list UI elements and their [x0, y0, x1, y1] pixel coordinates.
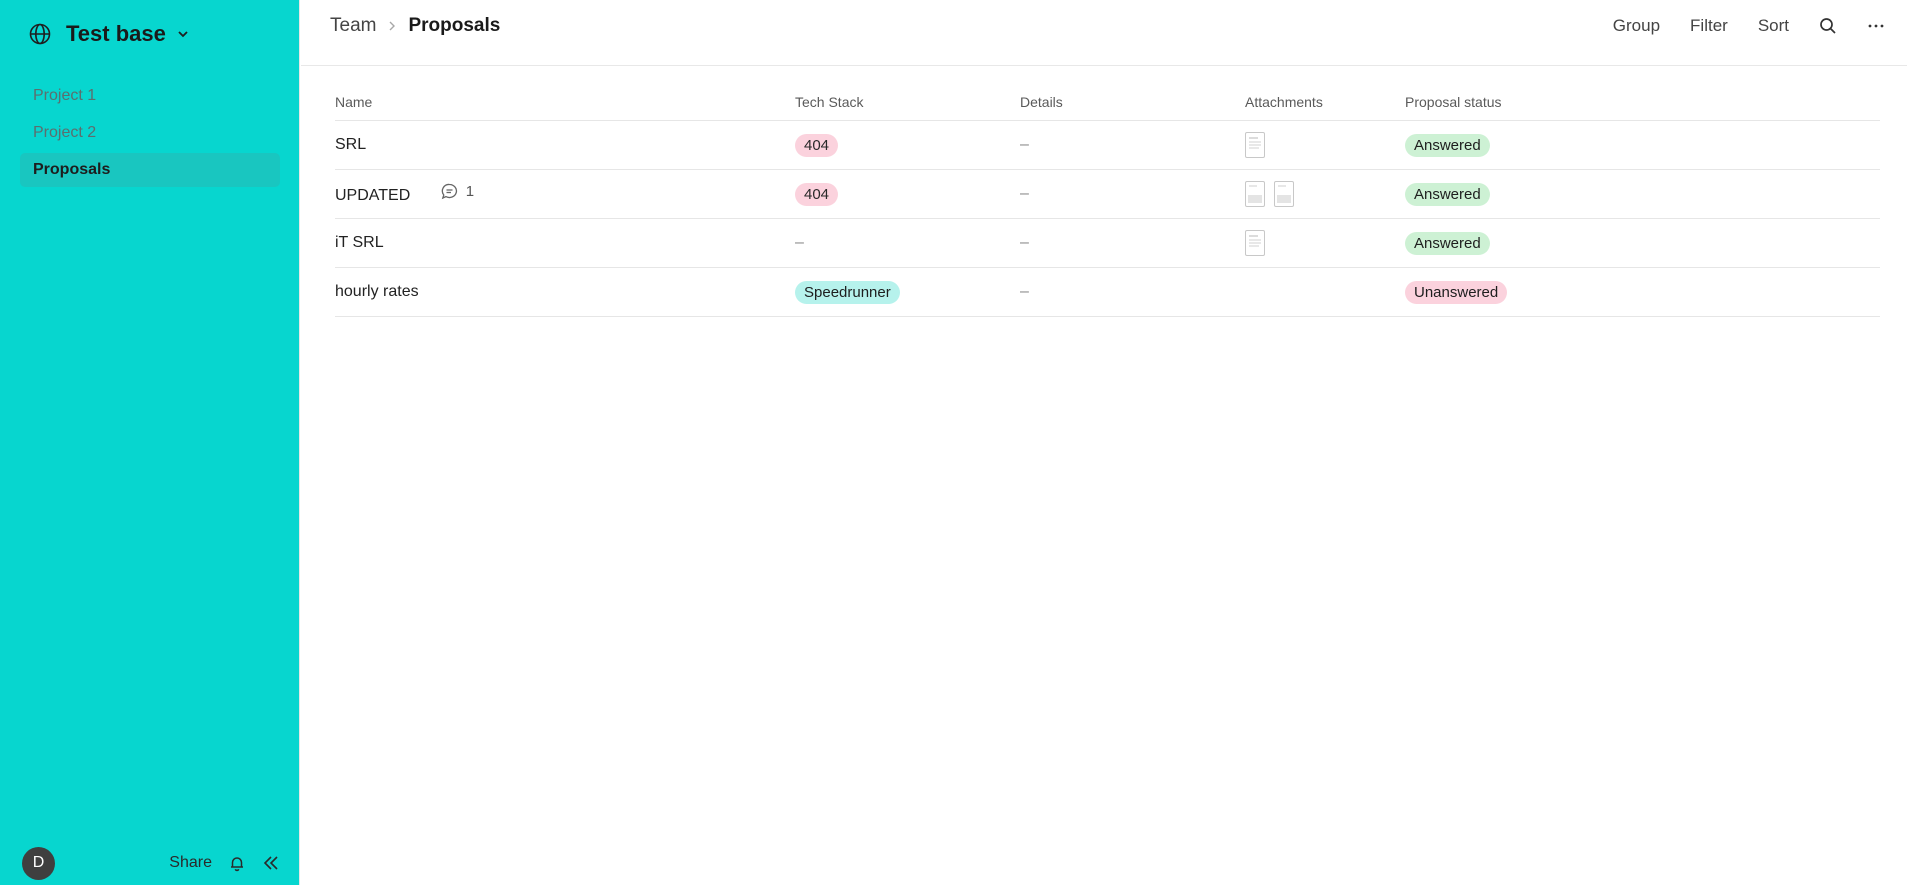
main-content: Team Proposals Group Filter Sort Name Te…: [301, 0, 1907, 885]
cell-name[interactable]: hourly rates: [335, 267, 795, 317]
sidebar: Test base Project 1 Project 2 Proposals …: [0, 0, 300, 885]
details-value: –: [1020, 234, 1029, 251]
table-header-row: Name Tech Stack Details Attachments Prop…: [335, 85, 1880, 121]
cell-attachments[interactable]: [1245, 267, 1405, 317]
cell-attachments[interactable]: [1245, 169, 1405, 219]
workspace-switcher[interactable]: Test base: [28, 18, 190, 50]
tech-stack-tag: 404: [795, 133, 839, 157]
cell-name[interactable]: UPDATED 1: [335, 169, 795, 219]
tech-stack-empty: –: [795, 234, 804, 251]
cell-details[interactable]: –: [1020, 267, 1245, 317]
cell-tech-stack[interactable]: 404: [795, 169, 1020, 219]
row-name: iT SRL: [335, 234, 384, 251]
sidebar-item-project-1[interactable]: Project 1: [20, 79, 280, 113]
cell-attachments[interactable]: [1245, 218, 1405, 268]
status-badge: Unanswered: [1405, 280, 1508, 304]
more-options-icon[interactable]: [1867, 17, 1885, 35]
cell-name[interactable]: iT SRL: [335, 218, 795, 268]
table-row[interactable]: iT SRL – – Answered: [335, 218, 1880, 268]
cell-tech-stack[interactable]: –: [795, 218, 1020, 268]
details-value: –: [1020, 185, 1029, 202]
chevron-right-icon: [387, 20, 397, 32]
filter-button[interactable]: Filter: [1690, 16, 1728, 36]
page-title: Proposals: [408, 15, 501, 36]
column-header-proposal-status[interactable]: Proposal status: [1405, 85, 1880, 121]
details-value: –: [1020, 283, 1029, 300]
attachment-file-icon[interactable]: [1274, 181, 1295, 207]
toolbar-actions: Group Filter Sort: [1583, 16, 1885, 36]
top-bar: Team Proposals Group Filter Sort: [301, 0, 1907, 66]
tech-stack-tag: Speedrunner: [795, 280, 900, 304]
status-badge: Answered: [1405, 133, 1490, 157]
status-badge: Answered: [1405, 231, 1490, 255]
breadcrumb: Team Proposals: [330, 15, 500, 37]
cell-name[interactable]: SRL: [335, 120, 795, 170]
column-header-attachments[interactable]: Attachments: [1245, 85, 1405, 121]
tech-stack-tag: 404: [795, 182, 839, 206]
status-badge: Answered: [1405, 182, 1490, 206]
comment-icon: [441, 183, 458, 200]
cell-attachments[interactable]: [1245, 120, 1405, 170]
column-header-details[interactable]: Details: [1020, 85, 1245, 121]
cell-proposal-status[interactable]: Answered: [1405, 120, 1880, 170]
comment-count-value: 1: [465, 183, 475, 200]
globe-icon: [28, 22, 52, 46]
sidebar-item-project-2[interactable]: Project 2: [20, 116, 280, 150]
table-row[interactable]: SRL 404 – Answered: [335, 120, 1880, 170]
table-row[interactable]: UPDATED 1 404 – Answered: [335, 169, 1880, 219]
row-name: hourly rates: [335, 283, 419, 300]
chevron-down-icon: [176, 27, 190, 41]
row-name: UPDATED: [335, 187, 411, 204]
search-icon[interactable]: [1819, 17, 1837, 35]
table-row[interactable]: hourly rates Speedrunner – Unanswered: [335, 267, 1880, 317]
group-button[interactable]: Group: [1613, 16, 1660, 36]
avatar[interactable]: D: [22, 846, 55, 880]
cell-details[interactable]: –: [1020, 120, 1245, 170]
workspace-title: Test base: [66, 21, 166, 46]
attachment-file-icon[interactable]: [1245, 230, 1265, 256]
cell-details[interactable]: –: [1020, 218, 1245, 268]
sidebar-footer: D Share: [22, 846, 280, 880]
cell-tech-stack[interactable]: Speedrunner: [795, 267, 1020, 317]
proposals-table: Name Tech Stack Details Attachments Prop…: [335, 85, 1880, 317]
cell-proposal-status[interactable]: Answered: [1405, 218, 1880, 268]
column-header-tech-stack[interactable]: Tech Stack: [795, 85, 1020, 121]
cell-proposal-status[interactable]: Unanswered: [1405, 267, 1880, 317]
sort-button[interactable]: Sort: [1758, 16, 1789, 36]
sidebar-item-proposals[interactable]: Proposals: [20, 153, 280, 187]
attachment-file-icon[interactable]: [1245, 181, 1265, 207]
attachment-file-icon[interactable]: [1245, 132, 1265, 158]
collapse-sidebar-icon[interactable]: [262, 854, 280, 872]
row-name: SRL: [335, 136, 367, 153]
cell-proposal-status[interactable]: Answered: [1405, 169, 1880, 219]
comment-count[interactable]: 1: [441, 183, 474, 200]
cell-tech-stack[interactable]: 404: [795, 120, 1020, 170]
share-button[interactable]: Share: [169, 854, 212, 872]
breadcrumb-team[interactable]: Team: [330, 15, 376, 37]
cell-details[interactable]: –: [1020, 169, 1245, 219]
bell-icon[interactable]: [228, 854, 246, 872]
details-value: –: [1020, 136, 1029, 153]
sidebar-nav: Project 1 Project 2 Proposals: [20, 79, 280, 190]
column-header-name[interactable]: Name: [335, 85, 795, 121]
